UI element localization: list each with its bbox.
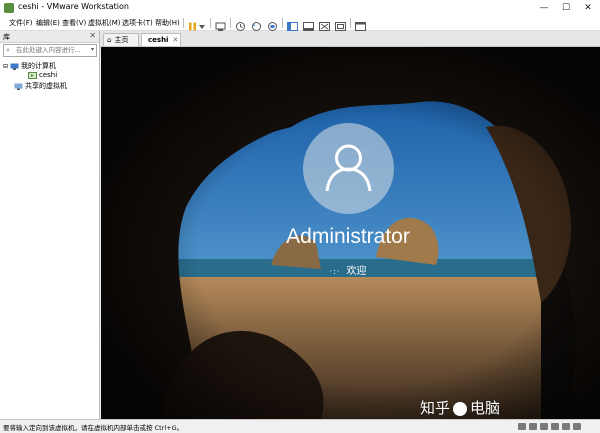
menu-bar: 文件(F) 编辑(E) 查看(V) 虚拟机(M) 选项卡(T) 帮助(H) (0, 16, 600, 31)
status-message: 要将输入定向到该虚拟机，请在虚拟机内部单击或按 Ctrl+G。 (3, 424, 184, 432)
tab-home[interactable]: ⌂ 主页 (103, 33, 139, 46)
library-title: 库 (3, 33, 10, 41)
vmware-app-icon (4, 3, 14, 13)
snapshot-icon[interactable] (234, 17, 247, 31)
welcome-text: 欢迎 (346, 266, 367, 277)
tree-label: 共享的虚拟机 (25, 82, 67, 90)
tree-label: ceshi (39, 71, 58, 79)
tab-vm-label: ceshi (148, 36, 169, 44)
menu-view[interactable]: 查看(V) (62, 18, 86, 28)
loading-spinner-icon: ·:· (329, 267, 341, 276)
welcome-status: ·:· 欢迎 (101, 262, 595, 277)
menu-help[interactable]: 帮助(H) (155, 18, 180, 28)
menu-tabs[interactable]: 选项卡(T) (122, 18, 153, 28)
full-screen-icon[interactable] (318, 17, 331, 31)
toolbar-separator (183, 18, 184, 28)
watermark-left: 知乎 (420, 399, 451, 417)
cdrom-icon[interactable] (529, 423, 537, 430)
status-bar: 要将输入定向到该虚拟机，请在虚拟机内部单击或按 Ctrl+G。 (0, 419, 600, 433)
network-icon[interactable] (540, 423, 548, 430)
tab-close-icon[interactable]: ✕ (172, 36, 178, 44)
search-dropdown-icon[interactable]: ▾ (91, 46, 94, 53)
toolbar-separator (210, 18, 211, 28)
tree-label: 我的计算机 (21, 62, 57, 70)
tree-item-shared-vms[interactable]: 共享的虚拟机 (14, 81, 67, 91)
sound-icon[interactable] (562, 423, 570, 430)
home-icon: ⌂ (107, 36, 112, 44)
tree-item-my-computer[interactable]: ⊟ 我的计算机 (3, 61, 56, 71)
close-icon[interactable]: ✕ (577, 0, 599, 16)
usb-icon[interactable] (551, 423, 559, 430)
power-dropdown-icon[interactable] (198, 17, 206, 29)
tree-item-vm[interactable]: ceshi (28, 71, 57, 79)
username-label: Administrator (286, 225, 410, 248)
tab-home-label: 主页 (114, 36, 129, 44)
unity-icon[interactable] (334, 17, 347, 31)
vmware-window: ceshi - VMware Workstation — ☐ ✕ 文件(F) 编… (0, 0, 600, 433)
watermark-right: 电脑 (470, 399, 501, 417)
revert-snapshot-icon[interactable] (250, 17, 263, 31)
title-bar: ceshi - VMware Workstation — ☐ ✕ (0, 0, 600, 16)
vm-display[interactable]: Administrator ·:· 欢迎 (101, 47, 600, 419)
menu-edit[interactable]: 编辑(E) (36, 18, 60, 28)
user-icon (325, 144, 372, 192)
console-view-icon[interactable] (354, 17, 367, 31)
send-ctrl-alt-del-icon[interactable] (214, 17, 227, 31)
tab-vm[interactable]: ceshi ✕ (141, 33, 181, 46)
toolbar-separator (282, 18, 283, 28)
menu-file[interactable]: 文件(F) (9, 18, 33, 28)
window-title: ceshi - VMware Workstation (18, 2, 129, 11)
watermark-logo-icon (453, 401, 468, 416)
toolbar-separator (350, 18, 351, 28)
minimize-icon[interactable]: — (533, 0, 555, 16)
maximize-icon[interactable]: ☐ (555, 0, 577, 16)
vm-icon (28, 71, 37, 79)
user-avatar (303, 123, 394, 214)
thumbnail-bar-icon[interactable] (302, 17, 315, 31)
library-panel: 库 ✕ ⌕ ▾ ⊟ 我的计算机 ceshi 共享的虚拟机 (0, 31, 100, 419)
watermark: 知乎 电脑 (420, 397, 500, 418)
library-header: 库 ✕ (0, 31, 99, 43)
library-close-icon[interactable]: ✕ (89, 31, 96, 40)
display-icon[interactable] (573, 423, 581, 430)
snapshot-manager-icon[interactable] (266, 17, 279, 31)
collapse-icon[interactable]: ⊟ (3, 63, 8, 70)
tab-strip: ⌂ 主页 ceshi ✕ (100, 31, 600, 47)
search-icon: ⌕ (6, 46, 10, 54)
computer-icon (10, 63, 19, 70)
toolbar-separator (230, 18, 231, 28)
library-search-input[interactable] (16, 45, 86, 55)
menu-vm[interactable]: 虚拟机(M) (88, 18, 121, 28)
library-search[interactable]: ⌕ ▾ (3, 44, 97, 57)
shared-vm-icon (14, 83, 23, 90)
hdd-icon[interactable] (518, 423, 526, 430)
show-library-icon[interactable] (286, 17, 299, 31)
